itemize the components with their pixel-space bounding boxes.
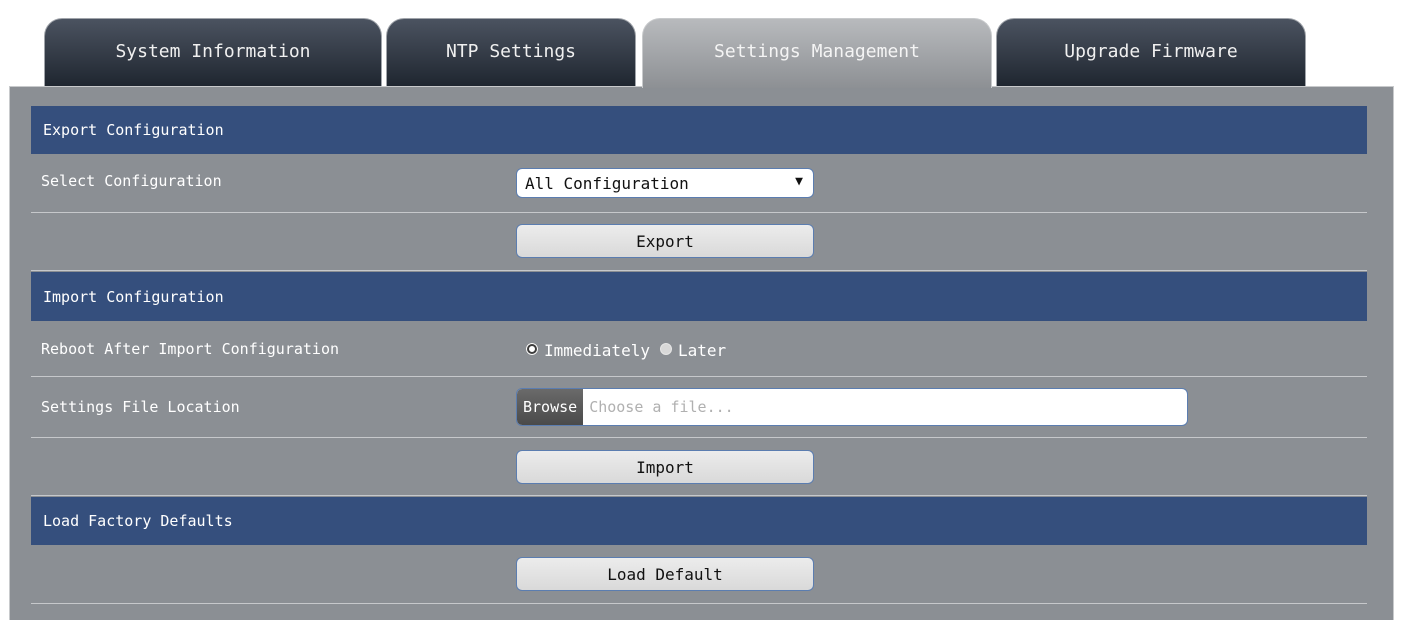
load-default-button-label: Load Default xyxy=(607,564,723,584)
radio-immediately-label[interactable]: Immediately xyxy=(544,341,650,360)
settings-file-input[interactable]: Browse Choose a file... xyxy=(516,388,1188,426)
reboot-radio-group: Immediately Later xyxy=(526,341,736,360)
tab-system-information[interactable]: System Information xyxy=(44,18,382,86)
tab-bar: System Information NTP Settings Settings… xyxy=(0,0,1407,88)
tab-upgrade-firmware-label: Upgrade Firmware xyxy=(1064,41,1238,62)
radio-later-label[interactable]: Later xyxy=(678,341,726,360)
reboot-after-import-row: Reboot After Import Configuration Immedi… xyxy=(31,321,1367,377)
export-button[interactable]: Export xyxy=(516,224,814,258)
tab-settings-management-label: Settings Management xyxy=(714,41,920,62)
import-button-row: Import xyxy=(31,438,1367,496)
radio-later[interactable] xyxy=(659,342,672,355)
select-configuration-row: Select Configuration All Configuration ▼ xyxy=(31,154,1367,213)
tab-upgrade-firmware[interactable]: Upgrade Firmware xyxy=(996,18,1306,86)
settings-file-location-label: Settings File Location xyxy=(41,398,240,416)
import-configuration-header: Import Configuration xyxy=(31,272,1367,321)
load-default-button[interactable]: Load Default xyxy=(516,557,814,591)
browse-button[interactable]: Browse xyxy=(517,389,584,425)
settings-management-page: System Information NTP Settings Settings… xyxy=(0,0,1407,620)
export-configuration-title: Export Configuration xyxy=(43,121,224,139)
export-button-row: Export xyxy=(31,213,1367,271)
export-configuration-header: Export Configuration xyxy=(31,106,1367,154)
tab-settings-management[interactable]: Settings Management xyxy=(642,18,992,88)
chevron-down-icon: ▼ xyxy=(795,174,803,189)
settings-file-location-row: Settings File Location Browse Choose a f… xyxy=(31,377,1367,438)
radio-immediately[interactable] xyxy=(526,342,538,355)
import-button-label: Import xyxy=(636,457,694,477)
export-button-label: Export xyxy=(636,231,694,251)
import-button[interactable]: Import xyxy=(516,450,814,484)
tab-system-information-label: System Information xyxy=(115,41,311,62)
tab-ntp-settings[interactable]: NTP Settings xyxy=(386,18,636,86)
load-factory-defaults-title: Load Factory Defaults xyxy=(43,512,233,530)
import-configuration-title: Import Configuration xyxy=(43,287,224,306)
load-factory-defaults-header: Load Factory Defaults xyxy=(31,497,1367,545)
reboot-after-import-label: Reboot After Import Configuration xyxy=(41,340,340,358)
configuration-select[interactable]: All Configuration ▼ xyxy=(516,168,814,198)
configuration-select-value: All Configuration xyxy=(525,173,689,193)
tab-ntp-settings-label: NTP Settings xyxy=(445,41,577,62)
file-input-placeholder: Choose a file... xyxy=(589,398,734,416)
load-default-row: Load Default xyxy=(31,545,1367,604)
select-configuration-label: Select Configuration xyxy=(41,172,222,190)
